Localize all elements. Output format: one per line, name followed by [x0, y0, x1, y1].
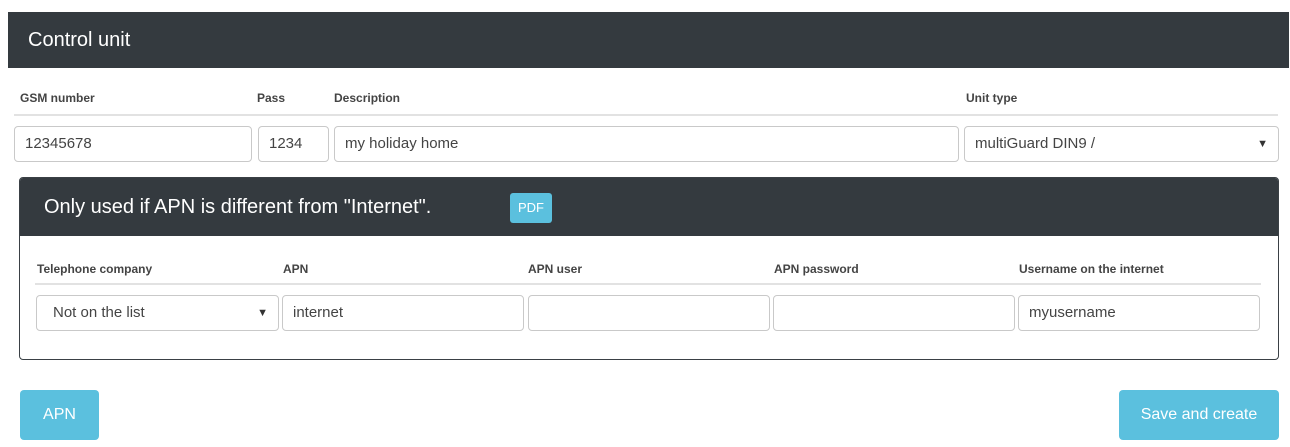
gsm-number-label: GSM number — [20, 91, 95, 105]
save-and-create-button[interactable]: Save and create — [1119, 390, 1279, 440]
telephone-company-select[interactable]: Not on the list ▼ — [36, 295, 279, 331]
apn-panel-header: Only used if APN is different from "Inte… — [20, 178, 1278, 236]
gsm-number-input[interactable]: 12345678 — [14, 126, 252, 162]
apn-password-input[interactable] — [773, 295, 1015, 331]
unit-type-select[interactable]: multiGuard DIN9 / ▼ — [964, 126, 1279, 162]
apn-user-label: APN user — [528, 262, 583, 276]
description-label: Description — [334, 91, 401, 105]
chevron-down-icon: ▼ — [257, 307, 268, 319]
unit-type-label: Unit type — [966, 91, 1018, 105]
chevron-down-icon: ▼ — [1257, 138, 1268, 150]
control-unit-header: Control unit — [8, 12, 1289, 68]
pass-label: Pass — [257, 91, 286, 105]
gsm-number-value: 12345678 — [25, 135, 92, 152]
apn-label: APN — [283, 262, 309, 276]
apn-button[interactable]: APN — [20, 390, 99, 440]
pass-input[interactable]: 1234 — [258, 126, 329, 162]
telephone-company-value: Not on the list — [53, 304, 145, 321]
username-label: Username on the internet — [1019, 262, 1164, 276]
apn-input[interactable]: internet — [282, 295, 524, 331]
apn-user-input[interactable] — [528, 295, 770, 331]
description-input[interactable]: my holiday home — [334, 126, 959, 162]
form-divider — [14, 114, 1278, 116]
pass-value: 1234 — [269, 135, 303, 152]
unit-type-value: multiGuard DIN9 / — [975, 135, 1096, 152]
description-value: my holiday home — [345, 135, 459, 152]
internet-username-input[interactable]: myusername — [1018, 295, 1260, 331]
internet-username-value: myusername — [1029, 304, 1116, 321]
apn-value: internet — [293, 304, 344, 321]
apn-password-label: APN password — [774, 262, 859, 276]
apn-panel: Only used if APN is different from "Inte… — [19, 177, 1279, 360]
page-title: Control unit — [28, 29, 131, 51]
pdf-button[interactable]: PDF — [510, 193, 552, 223]
apn-panel-title: Only used if APN is different from "Inte… — [44, 196, 432, 218]
telephone-company-label: Telephone company — [37, 262, 153, 276]
apn-divider — [35, 283, 1261, 285]
